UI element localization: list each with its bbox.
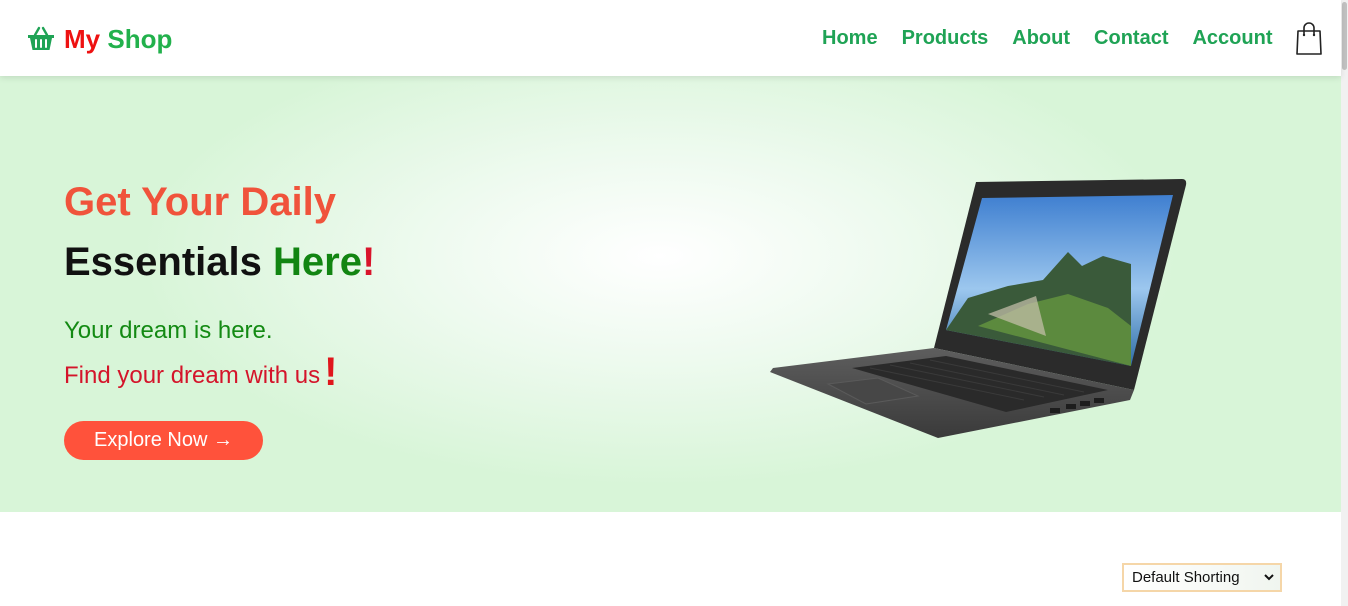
nav-home[interactable]: Home bbox=[822, 26, 878, 50]
laptop-image bbox=[770, 179, 1187, 438]
hero-subtext-line1: Your dream is here. bbox=[64, 317, 273, 344]
logo-text-my: My bbox=[64, 24, 101, 54]
sort-select[interactable]: Default Shorting bbox=[1122, 563, 1282, 592]
chevron-down-icon bbox=[1264, 574, 1274, 581]
hero-heading-bang: ! bbox=[361, 240, 376, 284]
explore-now-button[interactable]: Explore Now → bbox=[64, 421, 263, 460]
hero-subtext-bang: ! bbox=[324, 350, 338, 394]
main-nav: Home Products About Contact Account bbox=[822, 26, 1272, 50]
hero-subtext-line2: Find your dream with us! bbox=[64, 350, 337, 395]
hero-heading-essentials: Essentials bbox=[64, 240, 262, 284]
hero-subtext-line2-text: Find your dream with us bbox=[64, 362, 321, 389]
nav-about[interactable]: About bbox=[1012, 26, 1070, 50]
shopping-bag-icon[interactable] bbox=[1294, 22, 1324, 56]
hero-banner: Get Your Daily Essentials Here! Your dre… bbox=[0, 76, 1341, 512]
basket-icon bbox=[28, 26, 54, 50]
hero-heading-line1: Get Your Daily bbox=[64, 180, 336, 224]
nav-account[interactable]: Account bbox=[1192, 26, 1272, 50]
site-header: My Shop Home Products About Contact Acco… bbox=[0, 0, 1341, 76]
nav-contact[interactable]: Contact bbox=[1094, 26, 1168, 50]
vertical-scrollbar[interactable] bbox=[1341, 0, 1348, 606]
logo[interactable]: My Shop bbox=[26, 22, 172, 56]
sort-select-value: Default Shorting bbox=[1132, 569, 1240, 586]
hero-heading-here: Here bbox=[273, 240, 362, 284]
nav-products[interactable]: Products bbox=[902, 26, 989, 50]
scrollbar-thumb[interactable] bbox=[1342, 2, 1347, 70]
logo-text-shop: Shop bbox=[107, 24, 173, 54]
hero-heading-line2: Essentials Here! bbox=[64, 240, 375, 285]
